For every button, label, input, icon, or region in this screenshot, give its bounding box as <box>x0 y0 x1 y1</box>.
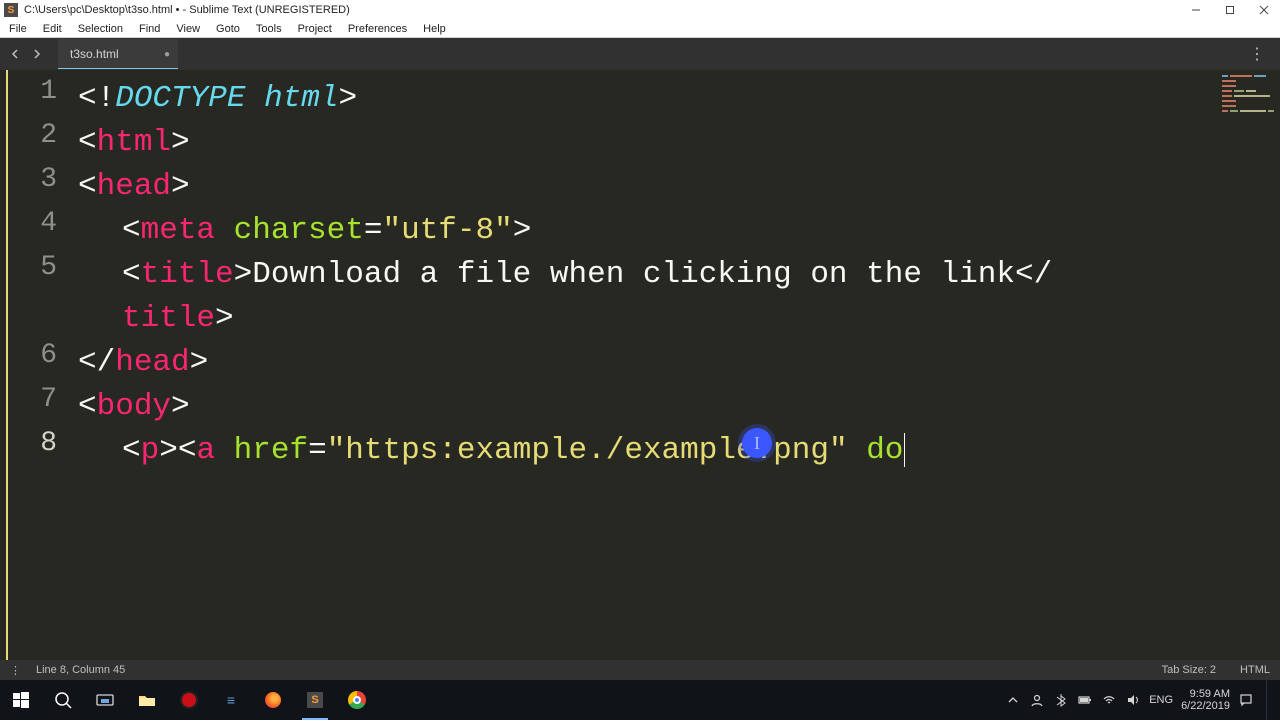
tray-time: 9:59 AM <box>1181 688 1230 700</box>
start-button[interactable] <box>0 680 42 720</box>
line-number <box>0 296 69 340</box>
menu-view[interactable]: View <box>173 22 203 36</box>
tray-bluetooth-icon[interactable] <box>1053 692 1069 708</box>
menu-tools[interactable]: Tools <box>253 22 285 36</box>
tray-clock[interactable]: 9:59 AM 6/22/2019 <box>1181 688 1230 712</box>
tray-battery-icon[interactable] <box>1077 692 1093 708</box>
line-number: 1 <box>0 76 69 120</box>
line-number-gutter: 1 2 3 4 5 6 7 8 <box>0 70 70 660</box>
code-line[interactable]: <title>Download a file when clicking on … <box>78 252 1280 296</box>
menubar: File Edit Selection Find View Goto Tools… <box>0 20 1280 38</box>
window-titlebar: S C:\Users\pc\Desktop\t3so.html • - Subl… <box>0 0 1280 20</box>
menu-find[interactable]: Find <box>136 22 163 36</box>
task-view-button[interactable] <box>84 680 126 720</box>
sublime-app-icon: S <box>4 3 18 17</box>
statusbar-menu-button[interactable]: ⋮ <box>10 664 22 677</box>
code-line[interactable]: <!DOCTYPE html> <box>78 76 1280 120</box>
line-number: 6 <box>0 340 69 384</box>
chrome-button[interactable] <box>336 680 378 720</box>
close-button[interactable] <box>1258 4 1270 16</box>
statusbar: ⋮ Line 8, Column 45 Tab Size: 2 HTML <box>0 660 1280 680</box>
line-number: 7 <box>0 384 69 428</box>
editor[interactable]: 1 2 3 4 5 6 7 8 <!DOCTYPE html> <html> <… <box>0 70 1280 660</box>
vscode-icon: ≡ <box>222 691 240 709</box>
modified-gutter-indicator <box>6 70 8 660</box>
tray-chevron-icon[interactable] <box>1005 692 1021 708</box>
status-syntax[interactable]: HTML <box>1240 664 1270 676</box>
code-line[interactable]: </head> <box>78 340 1280 384</box>
opera-button[interactable] <box>168 680 210 720</box>
status-position: Line 8, Column 45 <box>36 664 125 676</box>
line-number: 2 <box>0 120 69 164</box>
line-number: 4 <box>0 208 69 252</box>
tray-wifi-icon[interactable] <box>1101 692 1117 708</box>
text-caret <box>904 433 905 467</box>
nav-forward-button[interactable] <box>26 43 48 65</box>
file-tab-active[interactable]: t3so.html ● <box>58 39 178 69</box>
tray-volume-icon[interactable] <box>1125 692 1141 708</box>
minimap[interactable] <box>1222 75 1276 115</box>
tray-notifications-icon[interactable] <box>1238 692 1254 708</box>
firefox-icon <box>265 692 281 708</box>
tray-people-icon[interactable] <box>1029 692 1045 708</box>
file-explorer-button[interactable] <box>126 680 168 720</box>
menu-preferences[interactable]: Preferences <box>345 22 410 36</box>
sublime-icon: S <box>307 692 323 708</box>
menu-file[interactable]: File <box>6 22 30 36</box>
code-line[interactable]: <p><a href="https:example./example.png" … <box>78 428 1280 472</box>
menu-selection[interactable]: Selection <box>75 22 126 36</box>
code-line[interactable]: <html> <box>78 120 1280 164</box>
opera-icon <box>180 691 198 709</box>
line-number: 5 <box>0 252 69 296</box>
tabbar: t3so.html ● ⋮ <box>0 38 1280 70</box>
code-area[interactable]: <!DOCTYPE html> <html> <head> <meta char… <box>70 70 1280 660</box>
show-desktop-button[interactable] <box>1266 680 1272 720</box>
minimize-button[interactable] <box>1190 4 1202 16</box>
windows-taskbar: ≡ S ENG 9:59 AM 6/22/2019 <box>0 680 1280 720</box>
unsaved-indicator-icon: ● <box>164 49 170 60</box>
sublime-taskbar-button[interactable]: S <box>294 680 336 720</box>
system-tray: ENG 9:59 AM 6/22/2019 <box>1005 680 1280 720</box>
firefox-button[interactable] <box>252 680 294 720</box>
menu-help[interactable]: Help <box>420 22 449 36</box>
tray-language[interactable]: ENG <box>1149 694 1173 706</box>
line-number: 8 <box>0 428 69 472</box>
code-line[interactable]: title> <box>78 296 1280 340</box>
file-tab-label: t3so.html <box>70 47 119 61</box>
chrome-icon <box>348 691 366 709</box>
code-line[interactable]: <head> <box>78 164 1280 208</box>
code-line[interactable]: <meta charset="utf-8"> <box>78 208 1280 252</box>
menu-edit[interactable]: Edit <box>40 22 65 36</box>
code-line[interactable]: <body> <box>78 384 1280 428</box>
tab-overflow-button[interactable]: ⋮ <box>1239 44 1276 64</box>
line-number: 3 <box>0 164 69 208</box>
nav-back-button[interactable] <box>4 43 26 65</box>
vscode-button[interactable]: ≡ <box>210 680 252 720</box>
status-tabsize[interactable]: Tab Size: 2 <box>1162 664 1216 676</box>
tray-date: 6/22/2019 <box>1181 700 1230 712</box>
search-button[interactable] <box>42 680 84 720</box>
maximize-button[interactable] <box>1224 4 1236 16</box>
menu-goto[interactable]: Goto <box>213 22 243 36</box>
window-title: C:\Users\pc\Desktop\t3so.html • - Sublim… <box>24 4 1190 16</box>
menu-project[interactable]: Project <box>295 22 335 36</box>
